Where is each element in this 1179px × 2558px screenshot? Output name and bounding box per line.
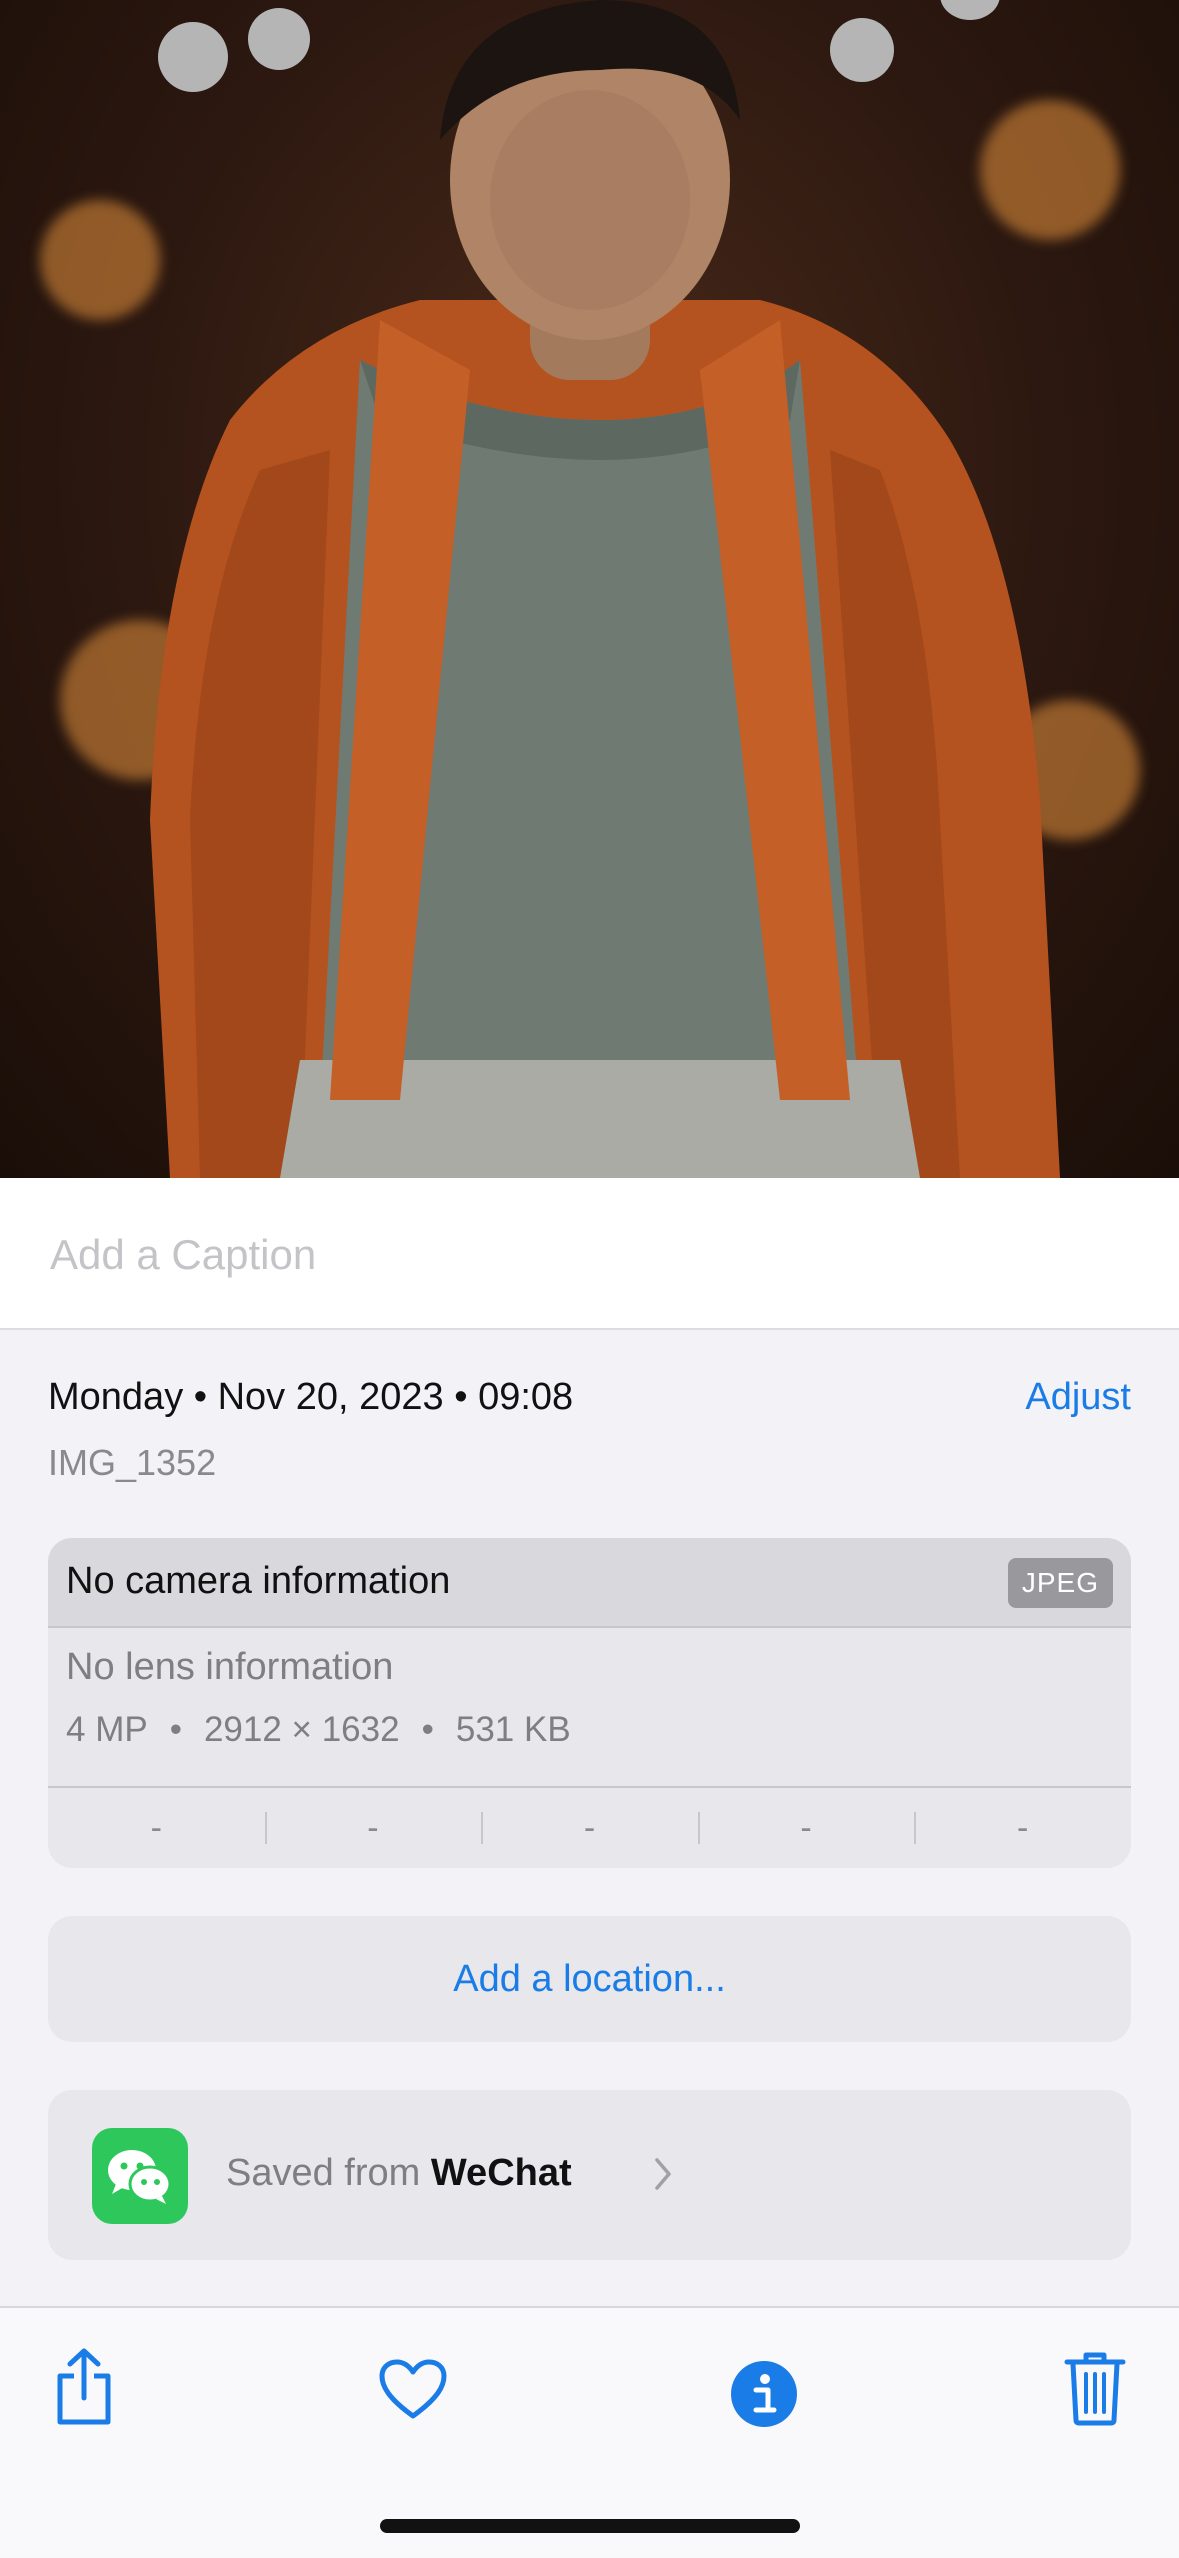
source-app-name: WeChat xyxy=(430,2152,572,2194)
chevron-right-icon xyxy=(655,2158,671,2190)
caption-input[interactable] xyxy=(48,1224,1132,1286)
camera-header: No camera information JPEG xyxy=(48,1538,1131,1628)
camera-title: No camera information xyxy=(66,1560,451,1602)
share-button[interactable] xyxy=(52,2348,116,2433)
bottom-toolbar xyxy=(0,2306,1179,2558)
spec-separator: • xyxy=(169,1710,182,1749)
exif-shutter: - xyxy=(914,1788,1131,1868)
resolution: 2912 × 1632 xyxy=(203,1710,400,1749)
add-location-label: Add a location... xyxy=(453,1957,726,2000)
wechat-icon xyxy=(92,2128,188,2224)
info-button[interactable] xyxy=(730,2360,798,2433)
saved-from-row[interactable]: Saved from WeChat xyxy=(48,2090,1131,2260)
heart-icon xyxy=(379,2359,447,2419)
file-size: 531 KB xyxy=(455,1710,571,1749)
saved-from-label: Saved from WeChat xyxy=(226,2152,572,2195)
trash-icon xyxy=(1064,2352,1126,2426)
exif-iso: - xyxy=(150,1809,162,1847)
person-figure xyxy=(150,0,1060,1178)
spec-separator: • xyxy=(421,1710,434,1749)
favorite-button[interactable] xyxy=(378,2358,448,2425)
lens-info: No lens information xyxy=(66,1646,394,1688)
saved-prefix: Saved from xyxy=(226,2152,421,2194)
image-specs: 4 MP • 2912 × 1632 • 531 KB xyxy=(66,1710,571,1750)
add-location-button[interactable]: Add a location... xyxy=(48,1916,1131,2042)
delete-button[interactable] xyxy=(1064,2350,1126,2431)
date-time-label: Monday • Nov 20, 2023 • 09:08 xyxy=(48,1376,574,1418)
camera-info-card: No camera information JPEG No lens infor… xyxy=(48,1538,1131,1868)
info-icon xyxy=(731,2361,797,2427)
file-name: IMG_1352 xyxy=(48,1442,217,1483)
exif-row: - - - - - xyxy=(48,1786,1131,1868)
caption-area xyxy=(0,1178,1179,1330)
megapixels: 4 MP xyxy=(66,1710,148,1749)
photo-view[interactable] xyxy=(0,0,1179,1178)
adjust-date-button[interactable]: Adjust xyxy=(1025,1376,1131,1419)
exif-ev: - xyxy=(481,1788,698,1868)
home-indicator[interactable] xyxy=(380,2519,800,2533)
exif-aperture: - xyxy=(697,1788,915,1868)
exif-focal-length: - xyxy=(264,1788,482,1868)
share-icon xyxy=(57,2348,111,2425)
format-badge: JPEG xyxy=(1007,1558,1113,1608)
